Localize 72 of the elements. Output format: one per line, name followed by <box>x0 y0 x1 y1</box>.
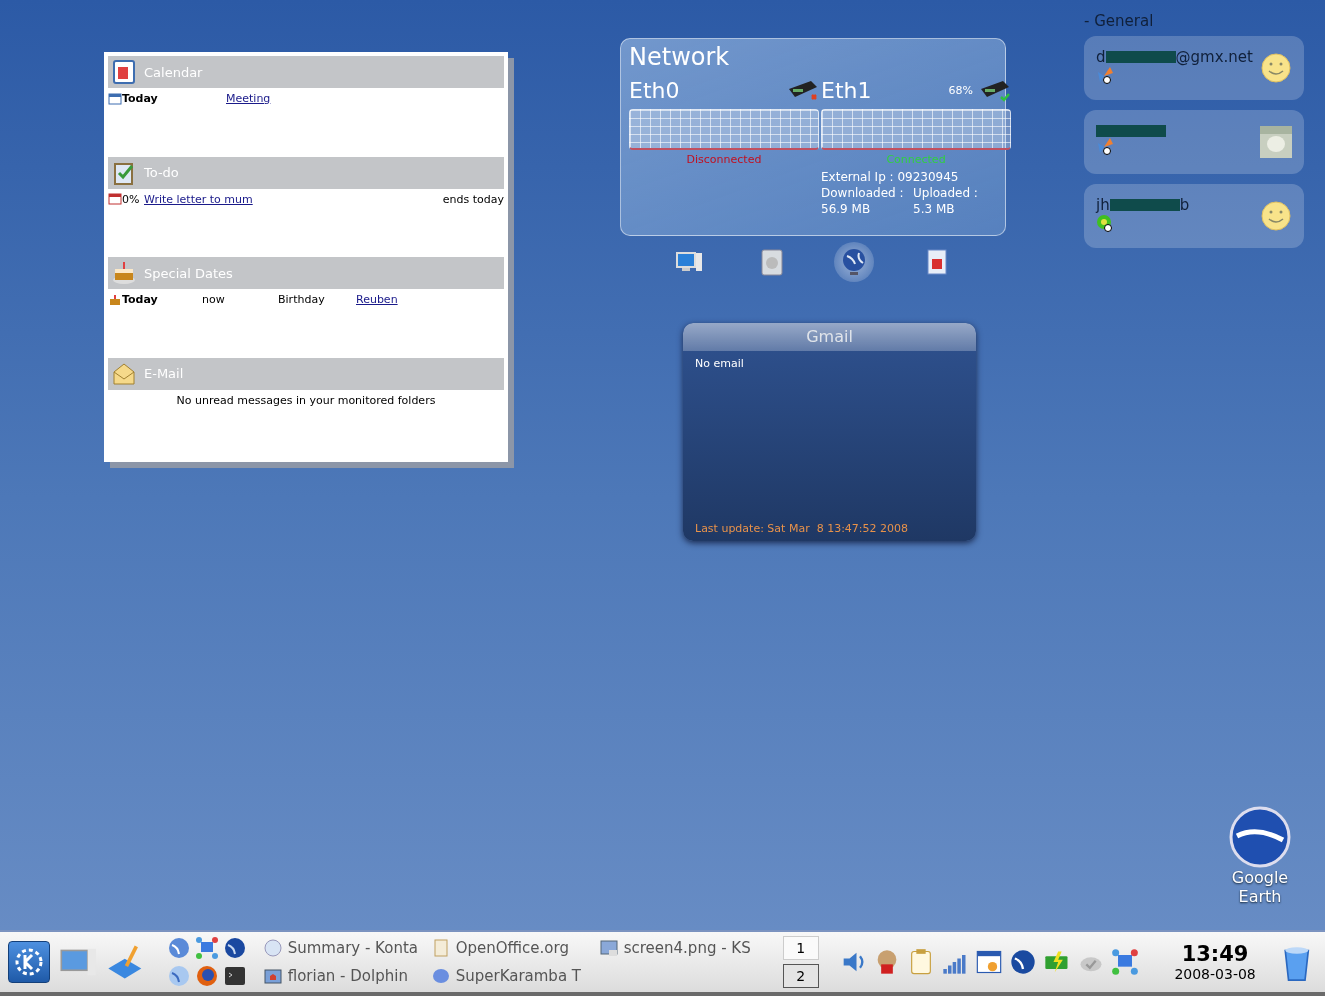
connection-status: Disconnected <box>685 153 763 166</box>
section-title: To-do <box>144 165 179 180</box>
downloaded-label: Downloaded : <box>821 186 905 200</box>
calendar-icon[interactable] <box>974 948 1003 976</box>
todo-due: ends today <box>442 192 504 206</box>
network-tab[interactable] <box>834 242 875 282</box>
contact-link[interactable]: Reuben <box>356 293 398 306</box>
desktop-icon-label[interactable]: Google Earth <box>1220 868 1300 906</box>
email-message: No unread messages in your monitored folders <box>175 392 437 407</box>
terminal-icon[interactable] <box>222 964 247 988</box>
taskbar-task[interactable]: SuperKaramba T <box>430 962 599 990</box>
event-date: Today <box>122 92 159 105</box>
globe-icon[interactable] <box>1229 806 1291 868</box>
section-title: Calendar <box>144 64 203 80</box>
contact-card[interactable]: d @gmx.net <box>1084 36 1304 100</box>
desktop-switch[interactable]: 1 <box>782 936 819 960</box>
cake-icon <box>110 259 138 287</box>
smiley-icon <box>1260 200 1292 232</box>
downloaded-value: 56.9 MB <box>821 202 872 216</box>
taskbar-task[interactable]: florian - Dolphin <box>262 962 431 990</box>
k-menu-button[interactable] <box>8 941 50 983</box>
cake-icon <box>108 293 122 306</box>
signal-strength: 68% <box>948 83 973 97</box>
date-type: Birthday <box>278 293 326 306</box>
date-label: Today <box>122 293 159 306</box>
clock-time[interactable]: 13:49 <box>1181 942 1249 966</box>
todo-percent: 0% <box>122 192 141 206</box>
smiley-icon <box>1260 52 1292 84</box>
network-icon[interactable] <box>1110 948 1139 976</box>
taskbar-task[interactable]: OpenOffice.org <box>430 934 599 962</box>
calendar-icon <box>108 92 122 105</box>
date-when: now <box>202 293 226 306</box>
interface-name: Eth0 <box>629 77 680 103</box>
contact-name: b <box>1179 196 1190 214</box>
butterfly-icon <box>1096 66 1114 84</box>
connection-status: Connected <box>885 153 947 166</box>
widget-title: Gmail <box>683 323 976 351</box>
group-title: - General <box>1084 12 1155 30</box>
clock-date[interactable]: 2008-03-08 <box>1174 966 1256 982</box>
network-icon[interactable] <box>194 936 219 960</box>
fox-icon[interactable] <box>194 964 219 988</box>
email-status: No email <box>695 357 744 370</box>
contact-card[interactable]: jh b <box>1084 184 1304 248</box>
folder-icon <box>262 966 283 986</box>
uploaded-label: Uploaded : <box>913 186 979 200</box>
calendar-icon <box>110 58 138 86</box>
contact-name: jh <box>1096 196 1110 214</box>
external-ip: External Ip : 09230945 <box>821 170 960 184</box>
globe-icon[interactable] <box>1008 948 1037 976</box>
contact-name: @gmx.net <box>1175 48 1253 66</box>
section-title: E-Mail <box>144 366 184 381</box>
taskbar-task[interactable]: screen4.png - KS <box>598 934 775 962</box>
checkbox-icon <box>108 193 122 205</box>
image-file-icon <box>598 938 619 958</box>
contact-card[interactable] <box>1084 110 1304 174</box>
flower-icon <box>1096 214 1114 232</box>
taskbar-task[interactable]: Summary - Konta <box>262 934 431 962</box>
widget-title: Network <box>629 43 730 71</box>
envelope-icon <box>262 938 283 958</box>
globe-icon[interactable] <box>166 964 191 988</box>
todo-link[interactable]: Write letter to mum <box>144 192 253 206</box>
contact-name: d <box>1096 48 1106 66</box>
globe-icon[interactable] <box>166 936 191 960</box>
section-title: Special Dates <box>144 265 233 281</box>
event-link[interactable]: Meeting <box>226 92 271 105</box>
butterfly-icon <box>1096 137 1114 155</box>
uploaded-value: 5.3 MB <box>913 202 956 216</box>
interface-name: Eth1 <box>821 77 872 103</box>
sphere-icon <box>430 966 451 986</box>
last-update: Last update: Sat Mar 8 13:47:52 2008 <box>695 522 909 535</box>
globe-icon[interactable] <box>222 936 247 960</box>
desktop-switch[interactable]: 2 <box>782 964 819 988</box>
